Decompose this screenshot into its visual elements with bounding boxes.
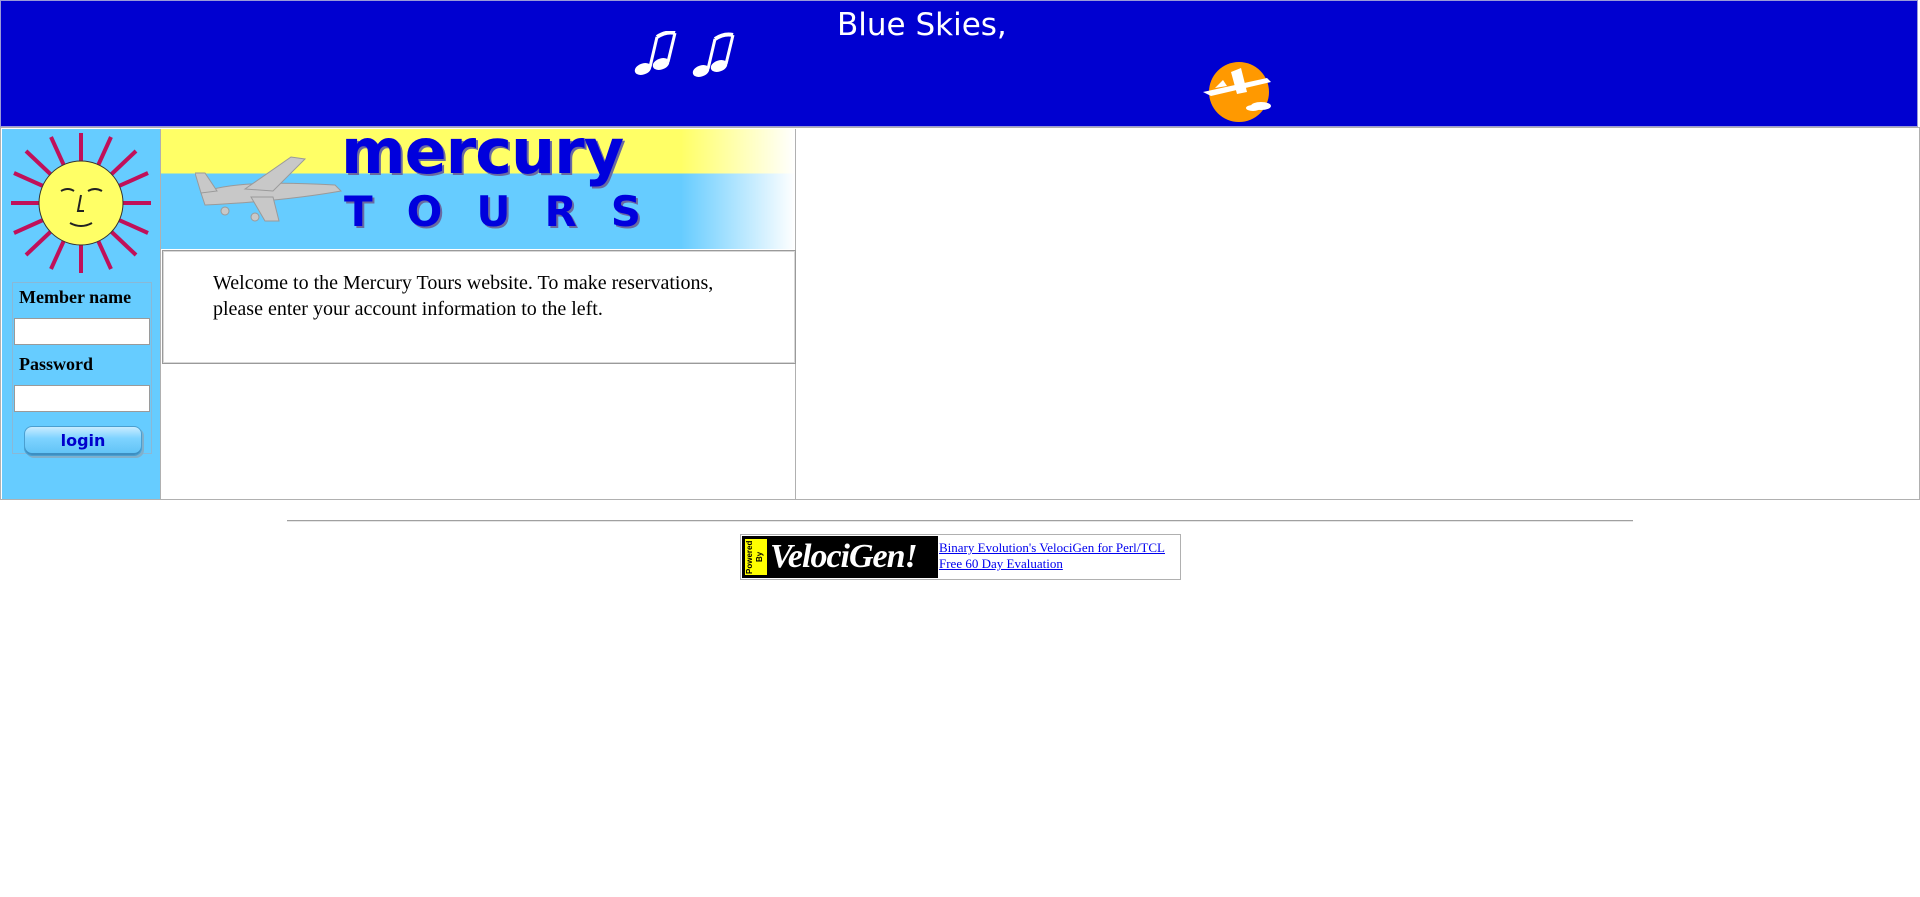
mercury-tours-logo: mercury TOURS bbox=[161, 129, 795, 249]
divider bbox=[287, 520, 1633, 522]
banner-title: Blue Skies, bbox=[837, 7, 1007, 43]
free-evaluation-link[interactable]: Free 60 Day Evaluation bbox=[939, 556, 1165, 572]
member-name-label: Member name bbox=[19, 287, 132, 307]
password-label: Password bbox=[19, 354, 94, 374]
velocigen-link[interactable]: Binary Evolution's VelociGen for Perl/TC… bbox=[939, 540, 1165, 556]
velocigen-badge[interactable]: Powered By VelociGen! bbox=[742, 536, 938, 578]
music-notes-icon bbox=[634, 31, 735, 77]
powered-by-label: Powered By bbox=[745, 539, 767, 575]
welcome-panel: Welcome to the Mercury Tours website. To… bbox=[162, 250, 796, 364]
sun-face-icon bbox=[11, 133, 151, 273]
logo-mercury-text: mercury bbox=[341, 129, 624, 188]
welcome-message: Welcome to the Mercury Tours website. To… bbox=[213, 272, 714, 320]
footer-links: Binary Evolution's VelociGen for Perl/TC… bbox=[939, 540, 1165, 572]
password-input[interactable] bbox=[14, 385, 150, 412]
velocigen-logo-text: VelociGen! bbox=[770, 538, 918, 575]
login-form: Member name Password login bbox=[12, 282, 152, 456]
logo-tours-text: TOURS bbox=[344, 187, 676, 236]
main-layout: Member name Password login mercury TOURS bbox=[0, 127, 1920, 500]
content-area: mercury TOURS Welcome to the Mercury Tou… bbox=[160, 129, 796, 500]
sidebar: Member name Password login bbox=[2, 129, 160, 499]
login-button[interactable]: login bbox=[24, 426, 142, 456]
airplane-icon bbox=[195, 156, 343, 222]
banner: Blue Skies, bbox=[0, 0, 1918, 127]
member-name-input[interactable] bbox=[14, 318, 150, 345]
footer-ad: Powered By VelociGen! Binary Evolution's… bbox=[740, 534, 1181, 580]
sun-airplane-icon bbox=[1203, 62, 1271, 122]
